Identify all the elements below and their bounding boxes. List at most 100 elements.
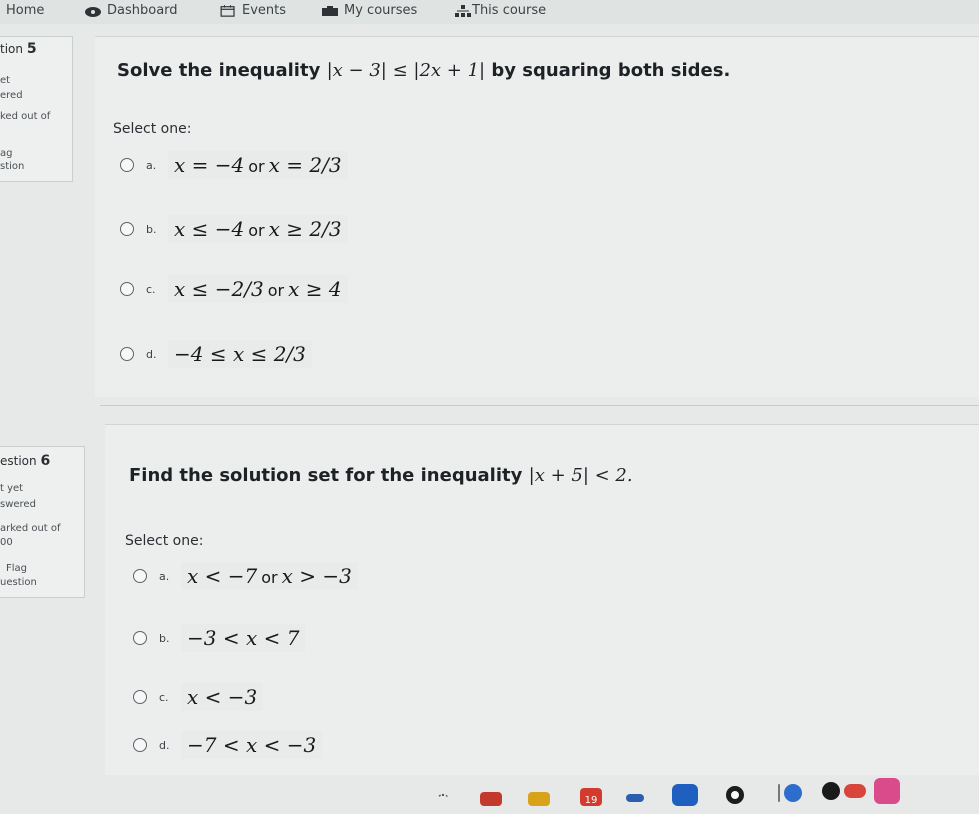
app-flower-icon[interactable]: [874, 778, 900, 804]
app-circle-icon[interactable]: [822, 782, 840, 800]
radio-button[interactable]: [120, 158, 134, 172]
option-expression: x ≤ −2/3 or x ≥ 4: [168, 275, 348, 303]
radio-button[interactable]: [120, 282, 134, 296]
question-6-select-label: Select one:: [125, 533, 204, 549]
question-5-status-1: et: [0, 75, 11, 86]
question-6-option-a[interactable]: a. x < −7 or x > −3: [133, 556, 358, 596]
app-edit-icon[interactable]: [672, 784, 698, 806]
courses-icon: [322, 5, 338, 16]
question-6-option-b[interactable]: b. −3 < x < 7: [133, 618, 306, 658]
nav-this-course[interactable]: This course: [455, 3, 546, 18]
option-expression: −3 < x < 7: [181, 624, 306, 652]
nav-home[interactable]: Home: [6, 3, 44, 18]
option-expression: −7 < x < −3: [181, 731, 323, 759]
radio-button[interactable]: [120, 222, 134, 236]
question-5-info: tion 5 et ered ked out of ag stion: [0, 36, 73, 182]
option-letter: b.: [146, 222, 157, 236]
dashboard-icon: [85, 6, 101, 17]
option-letter: c.: [146, 282, 156, 296]
option-expr-2: x ≥ 4: [288, 277, 342, 301]
question-6-flag-1[interactable]: Flag: [6, 563, 27, 574]
question-6-math: |x + 5| < 2.: [528, 465, 633, 486]
option-joiner: or: [248, 157, 265, 176]
radio-button[interactable]: [133, 569, 147, 583]
option-joiner: or: [267, 281, 285, 300]
calendar-app-icon[interactable]: 19: [580, 788, 602, 806]
radio-button[interactable]: [133, 738, 147, 752]
app-record-icon[interactable]: [726, 786, 744, 804]
top-navigation: Home Dashboard Events My courses This co…: [0, 0, 979, 24]
option-joiner: or: [248, 221, 265, 240]
question-5-number: tion 5: [0, 41, 37, 57]
question-6-text-before: Find the solution set for the inequality: [129, 465, 529, 486]
question-6-status-2: swered: [0, 499, 36, 510]
option-expr-1: −3 < x < 7: [187, 626, 300, 650]
question-5-text-before: Solve the inequality: [117, 60, 327, 81]
option-expr-2: x = 2/3: [268, 153, 342, 177]
apps-grid-icon[interactable]: [438, 794, 448, 804]
question-6-card: Find the solution set for the inequality…: [105, 424, 979, 775]
nav-my-courses[interactable]: My courses: [321, 3, 417, 18]
option-expr-2: x > −3: [281, 564, 352, 588]
option-expression: x < −3: [181, 683, 264, 711]
option-letter: a.: [146, 158, 157, 172]
question-5-card: Solve the inequality |x − 3| ≤ |2x + 1| …: [95, 36, 979, 397]
nav-events-label: Events: [242, 3, 287, 18]
nav-dashboard[interactable]: Dashboard: [84, 3, 178, 18]
option-expression: −4 ≤ x ≤ 2/3: [168, 340, 312, 368]
nav-my-courses-label: My courses: [344, 3, 418, 18]
radio-button[interactable]: [133, 690, 147, 704]
option-letter: d.: [159, 738, 170, 752]
option-letter: a.: [159, 569, 170, 583]
course-hierarchy-icon: [455, 4, 471, 17]
option-expr-1: x ≤ −2/3: [174, 277, 264, 301]
app-blue-icon[interactable]: [626, 794, 644, 802]
nav-dashboard-label: Dashboard: [107, 3, 178, 18]
option-expr-1: x < −3: [187, 685, 258, 709]
question-5-number-value: 5: [26, 41, 37, 57]
question-6-status-1: t yet: [0, 483, 24, 494]
app-toggle-icon[interactable]: [844, 784, 866, 798]
radio-button[interactable]: [133, 631, 147, 645]
question-5-select-label: Select one:: [113, 121, 192, 137]
question-5-number-prefix: tion: [0, 42, 23, 56]
question-5-text: Solve the inequality |x − 3| ≤ |2x + 1| …: [117, 60, 730, 81]
nav-events[interactable]: Events: [219, 3, 286, 18]
question-5-status-2: ered: [0, 90, 23, 101]
question-5-option-b[interactable]: b. x ≤ −4 or x ≥ 2/3: [120, 209, 348, 249]
option-expr-1: x = −4: [174, 153, 245, 177]
question-6-option-d[interactable]: d. −7 < x < −3: [133, 725, 323, 765]
app-browser-icon[interactable]: [784, 784, 802, 802]
question-5-option-d[interactable]: d. −4 ≤ x ≤ 2/3: [120, 334, 312, 374]
radio-button[interactable]: [120, 347, 134, 361]
option-letter: d.: [146, 347, 157, 361]
nav-this-course-label: This course: [472, 3, 547, 18]
taskbar: 19: [400, 778, 979, 806]
option-expression: x < −7 or x > −3: [181, 562, 358, 590]
nav-home-label: Home: [6, 3, 45, 18]
question-5-flag-2[interactable]: stion: [0, 161, 24, 172]
app-red-icon[interactable]: [480, 792, 502, 806]
question-5-option-a[interactable]: a. x = −4 or x = 2/3: [120, 145, 348, 185]
calendar-icon: [220, 4, 235, 17]
calendar-day: 19: [584, 795, 598, 806]
question-6-number-prefix: estion: [0, 454, 37, 468]
question-5-text-after: by squaring both sides.: [485, 60, 731, 81]
question-6-info: estion 6 t yet swered arked out of 00 Fl…: [0, 446, 85, 598]
app-yellow-icon[interactable]: [528, 792, 550, 806]
question-6-flag-2[interactable]: uestion: [0, 577, 37, 588]
option-expression: x ≤ −4 or x ≥ 2/3: [168, 215, 348, 243]
question-6-text: Find the solution set for the inequality…: [129, 465, 633, 486]
question-6-marked-value: 00: [0, 537, 13, 548]
option-expr-1: x ≤ −4: [174, 217, 245, 241]
section-divider: [100, 405, 979, 406]
question-5-option-c[interactable]: c. x ≤ −2/3 or x ≥ 4: [120, 269, 348, 309]
question-6-number: estion 6: [0, 453, 50, 469]
taskbar-divider: [778, 784, 780, 802]
question-6-option-c[interactable]: c. x < −3: [133, 677, 264, 717]
option-expression: x = −4 or x = 2/3: [168, 151, 348, 179]
question-5-marked: ked out of: [0, 111, 51, 122]
question-5-flag-1[interactable]: ag: [0, 148, 12, 159]
option-expr-1: −4 ≤ x ≤ 2/3: [174, 342, 306, 366]
question-6-marked: arked out of: [0, 523, 61, 534]
